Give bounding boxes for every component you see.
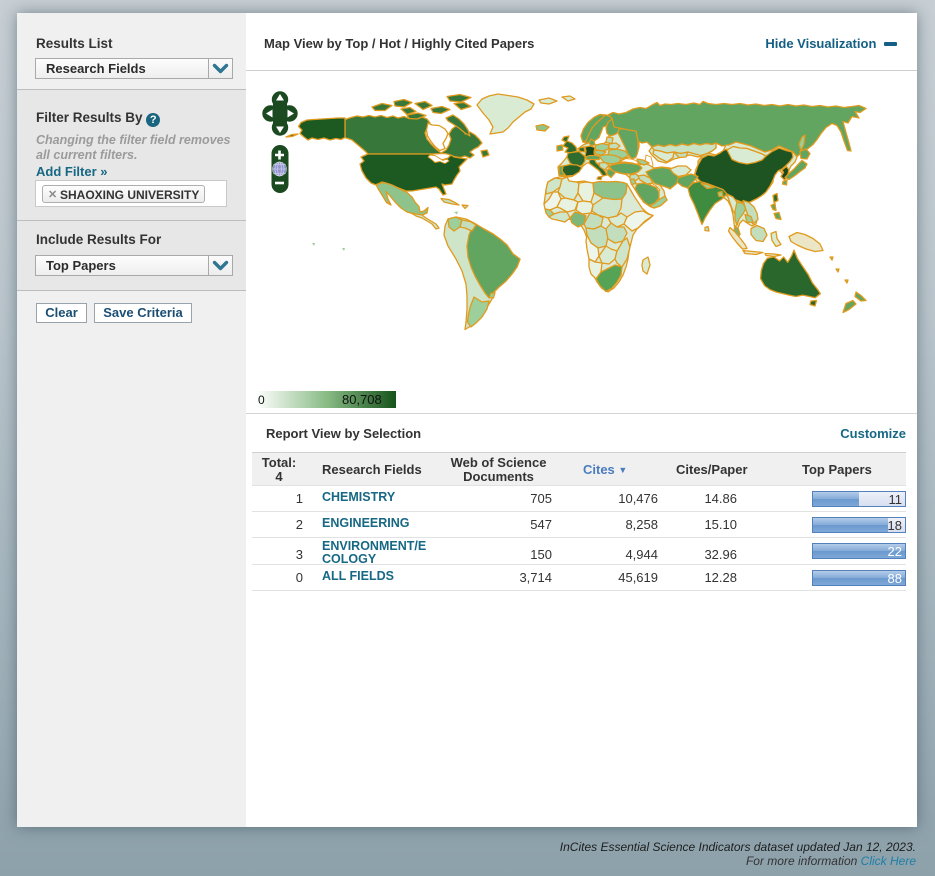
svg-text:0: 0 [258, 393, 265, 407]
svg-text:80,708: 80,708 [342, 392, 382, 407]
